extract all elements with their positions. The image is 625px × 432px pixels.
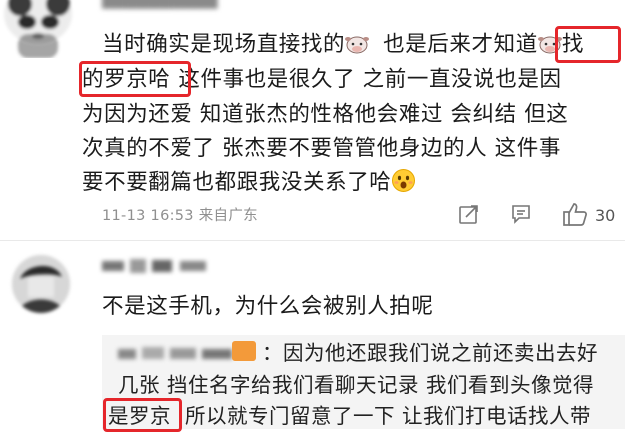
highlight-box: [103, 398, 182, 432]
reply-line: ：因为他还跟我们说之前还卖出去好: [262, 341, 598, 365]
like-icon[interactable]: [561, 200, 589, 232]
username-blurred[interactable]: ██████████: [102, 0, 232, 9]
face-emoji: [392, 169, 416, 192]
avatar[interactable]: [12, 255, 70, 313]
share-icon[interactable]: [458, 203, 480, 229]
username-blurred[interactable]: [118, 345, 234, 362]
comment-icon[interactable]: [510, 203, 532, 229]
like-count: 30: [595, 206, 616, 225]
comment-meta: 11-13 16:53 来自广东: [102, 208, 258, 224]
cow-emoji: [345, 36, 370, 54]
highlight-box: [555, 26, 621, 63]
comment-text: 不是这手机，为什么会被别人拍呢: [102, 294, 434, 319]
divider: [0, 240, 625, 241]
comment-line: 要不要翻篇也都跟我没关系了哈: [82, 165, 416, 200]
comment-line: 当时确实是现场直接找的 也是后来才知道 找: [102, 32, 584, 57]
comment-line: 为因为还爱 知道张杰的性格他会难过 会纠结 但这: [82, 102, 569, 127]
author-badge-icon: [232, 341, 256, 361]
avatar[interactable]: [0, 0, 82, 58]
username-blurred[interactable]: [102, 257, 222, 275]
comment-line: 次真的不爱了 张杰要不要管管他身边的人 这件事: [82, 136, 561, 161]
reply-line: 几张 挡住名字给我们看聊天记录 我们看到头像觉得: [118, 373, 595, 397]
highlight-box: [79, 61, 191, 97]
